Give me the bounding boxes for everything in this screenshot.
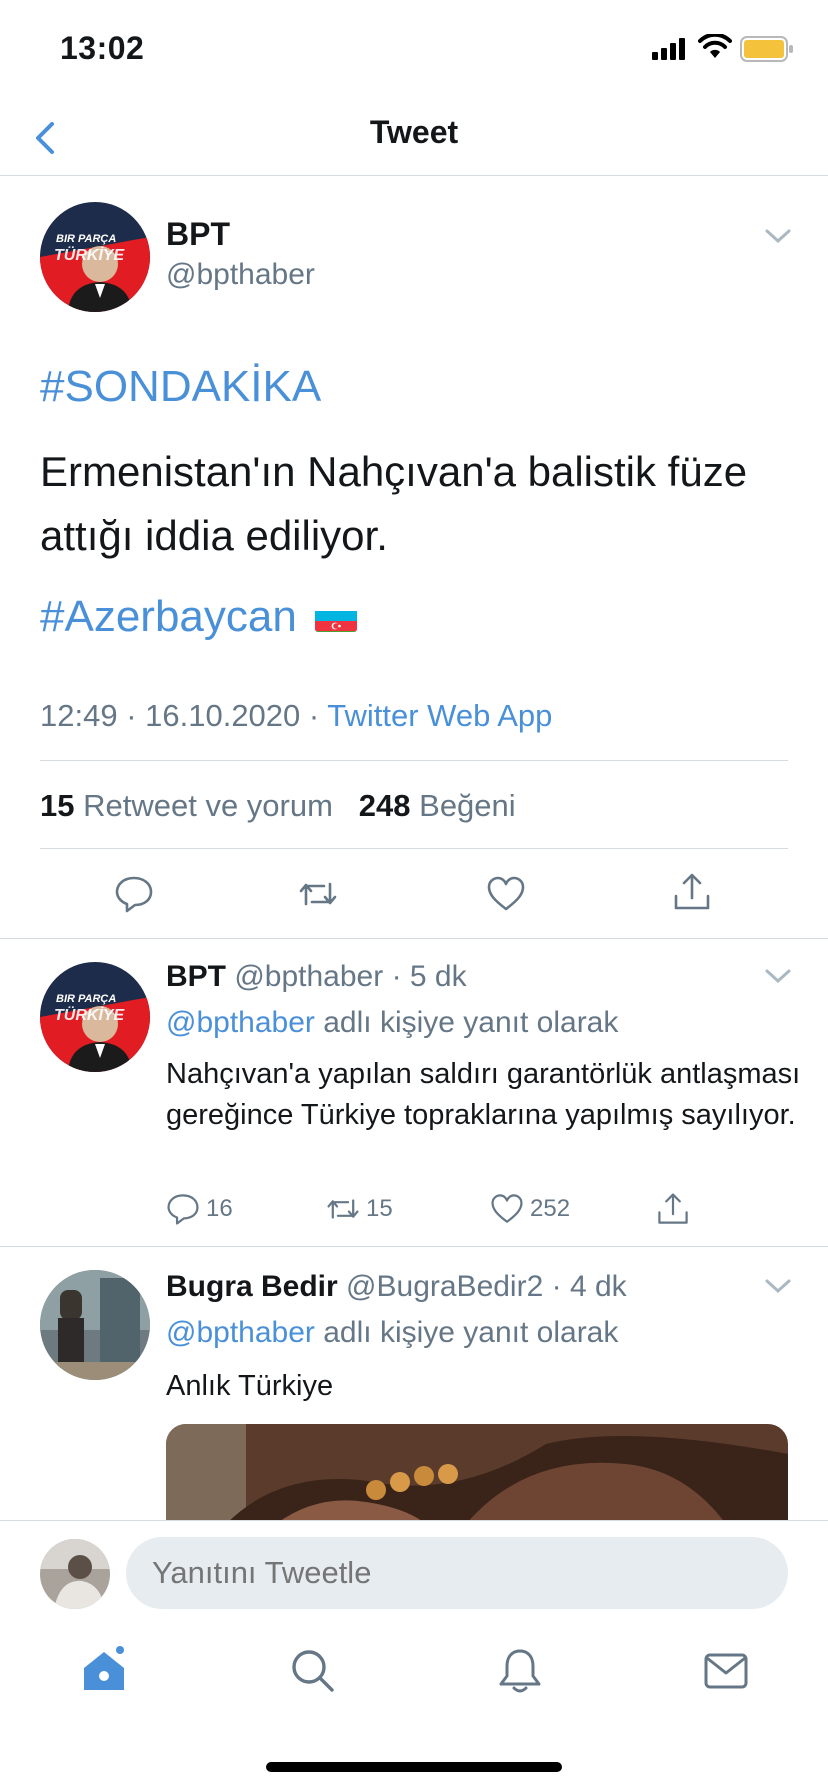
reply-time: · 4 dk — [551, 1270, 627, 1303]
timestamp: 12:49 · 16.10.2020 · — [40, 698, 328, 733]
page-title: Tweet — [369, 114, 459, 150]
retweet-button[interactable]: 15 — [326, 1192, 393, 1226]
signal-icon — [652, 38, 685, 60]
svg-text:TÜRKİYE: TÜRKİYE — [54, 1005, 126, 1024]
reply-text: Nahçıvan'a yapılan saldırı garantörlük a… — [166, 1058, 801, 1131]
battery-icon — [740, 36, 793, 62]
reply-count: 16 — [206, 1195, 233, 1222]
share-icon — [658, 1193, 688, 1224]
tweet-text: Ermenistan'ın Nahçıvan'a balistik füze a… — [40, 448, 748, 559]
source-link[interactable]: Twitter Web App — [327, 698, 552, 733]
nav-bar: Tweet — [0, 100, 828, 176]
divider — [40, 848, 788, 849]
like-label[interactable]: Beğeni — [419, 788, 516, 823]
chevron-down-icon[interactable] — [764, 228, 792, 244]
media-image[interactable] — [166, 1424, 788, 1524]
search-icon[interactable] — [288, 1646, 336, 1694]
svg-text:TÜRKİYE: TÜRKİYE — [54, 245, 126, 264]
tab-bar — [0, 1620, 828, 1730]
reply-author-handle[interactable]: @bpthaber — [234, 960, 383, 993]
svg-text:BIR PARÇA: BIR PARÇA — [56, 993, 116, 1005]
hashtag-row: #Azerbaycan — [40, 592, 357, 642]
retweet-label[interactable]: Retweet ve yorum — [83, 788, 333, 823]
reply-actions: 16 15 252 — [166, 1192, 706, 1232]
like-icon — [491, 1194, 523, 1223]
azerbaijan-flag-icon — [314, 602, 357, 632]
chevron-down-icon[interactable] — [764, 1278, 792, 1294]
tweet-stats: 15 Retweet ve yorum 248 Beğeni — [40, 788, 516, 824]
reply-author-name[interactable]: Bugra Bedir — [166, 1270, 338, 1303]
retweet-icon — [327, 1199, 359, 1219]
reply-header: BPT @bpthaber · 5 dk — [166, 960, 467, 994]
reply-time: · 5 dk — [391, 960, 467, 993]
share-icon[interactable] — [672, 872, 712, 912]
reply-to-handle[interactable]: @bpthaber — [166, 1316, 315, 1349]
reply-to-line: @bpthaber adlı kişiye yanıt olarak — [166, 1316, 618, 1350]
status-bar: 13:02 — [0, 0, 828, 100]
avatar[interactable] — [40, 1270, 150, 1380]
retweet-count[interactable]: 15 — [40, 788, 74, 823]
status-time: 13:02 — [60, 30, 145, 66]
reply-to-handle[interactable]: @bpthaber — [166, 1006, 315, 1039]
chevron-down-icon[interactable] — [764, 968, 792, 984]
reply-to-text: adlı kişiye yanıt olarak — [323, 1316, 619, 1349]
divider — [40, 760, 788, 761]
like-icon[interactable] — [486, 874, 526, 914]
reply-author-name[interactable]: BPT — [166, 960, 226, 993]
tweet-actions — [0, 866, 828, 926]
retweet-icon[interactable] — [298, 874, 338, 914]
wifi-icon — [698, 34, 732, 58]
bell-icon[interactable] — [496, 1646, 544, 1694]
reply-icon — [167, 1194, 199, 1225]
reply-author-handle[interactable]: @BugraBedir2 — [346, 1270, 543, 1303]
hashtag-link[interactable]: #SONDAKİKA — [40, 362, 321, 412]
reply-to-text: adlı kişiye yanıt olarak — [323, 1006, 619, 1039]
like-button[interactable]: 252 — [490, 1192, 570, 1226]
tweet-meta: 12:49 · 16.10.2020 · Twitter Web App — [40, 698, 552, 734]
reply-bar — [0, 1520, 828, 1620]
mail-icon[interactable] — [702, 1646, 750, 1694]
home-indicator — [266, 1762, 562, 1772]
like-count: 252 — [530, 1195, 571, 1222]
svg-text:BIR PARÇA: BIR PARÇA — [56, 233, 116, 245]
hashtag-link[interactable]: #Azerbaycan — [40, 592, 297, 642]
reply-input[interactable] — [126, 1537, 788, 1609]
reply-to-line: @bpthaber adlı kişiye yanıt olarak — [166, 1006, 618, 1040]
author-name[interactable]: BPT — [166, 216, 230, 253]
avatar[interactable]: BIR PARÇA TÜRKİYE — [40, 202, 150, 312]
avatar[interactable]: BIR PARÇA TÜRKİYE — [40, 962, 150, 1072]
home-icon[interactable] — [80, 1646, 128, 1694]
retweet-count: 15 — [366, 1195, 393, 1222]
avatar[interactable] — [40, 1539, 110, 1609]
reply-icon[interactable] — [114, 874, 154, 914]
reply-header: Bugra Bedir @BugraBedir2 · 4 dk — [166, 1270, 627, 1304]
share-button[interactable] — [656, 1192, 696, 1226]
divider — [0, 938, 828, 939]
reply-button[interactable]: 16 — [166, 1192, 233, 1226]
like-count[interactable]: 248 — [359, 788, 411, 823]
author-handle[interactable]: @bpthaber — [166, 258, 315, 292]
divider — [0, 1246, 828, 1247]
reply-text: Anlık Türkiye — [166, 1370, 334, 1402]
